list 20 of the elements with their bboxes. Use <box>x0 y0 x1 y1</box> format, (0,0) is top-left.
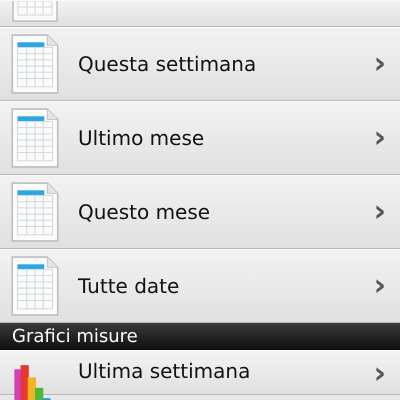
row-label: Questo mese <box>78 200 212 224</box>
row-label: Questa settimana <box>78 52 258 76</box>
spreadsheet-icon <box>10 107 60 169</box>
chevron-icon: › <box>374 123 386 153</box>
spreadsheet-icon <box>10 181 60 243</box>
list-row[interactable]: Questo mese › <box>0 175 400 249</box>
row-label: Ultima settimana <box>78 359 252 383</box>
row-label: Ultimo mese <box>78 126 206 150</box>
chevron-icon: › <box>374 197 386 227</box>
section-header: Grafici misure <box>0 323 400 350</box>
row-label: Tutte date <box>78 274 180 298</box>
chevron-icon: › <box>374 359 386 389</box>
list-row[interactable]: Questa settimana › <box>0 27 400 101</box>
spreadsheet-icon <box>10 33 60 95</box>
list-row[interactable]: Ultimo mese › <box>0 101 400 175</box>
chevron-icon: › <box>374 271 386 301</box>
list-row[interactable]: Tutte date › <box>0 249 400 323</box>
spreadsheet-icon <box>10 255 60 317</box>
chevron-icon: › <box>374 49 386 79</box>
list-row[interactable] <box>0 0 400 27</box>
